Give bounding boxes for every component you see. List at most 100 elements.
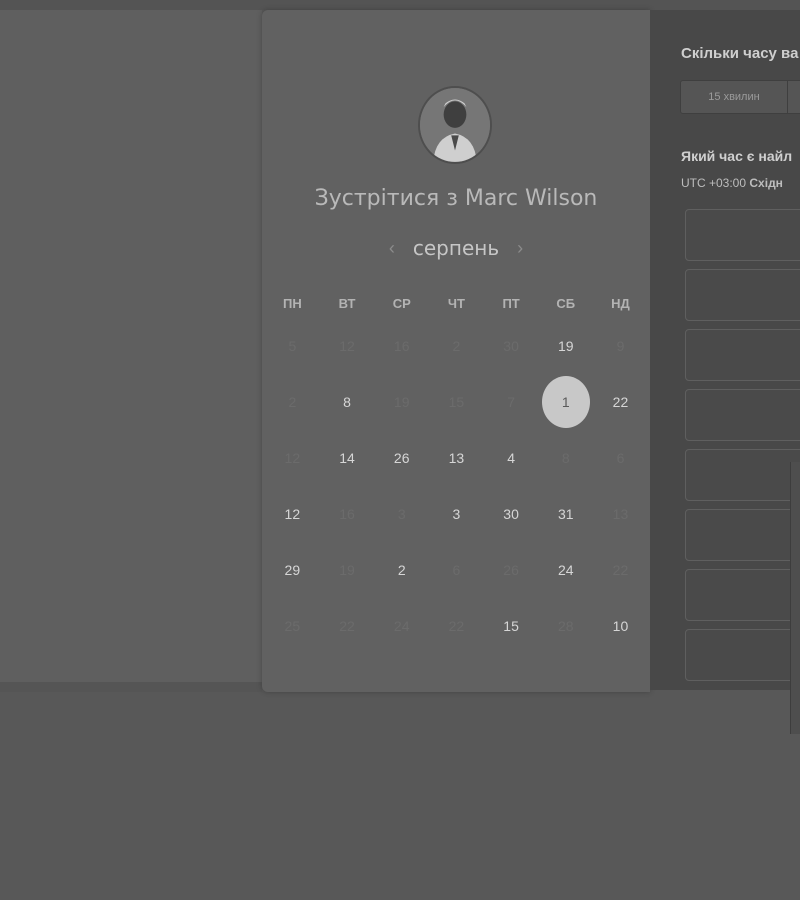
host-avatar — [418, 86, 492, 164]
calendar-day[interactable]: 2 — [374, 542, 429, 598]
duration-option-15[interactable]: 15 хвилин — [681, 81, 788, 113]
calendar-day-selected[interactable]: 1 — [538, 374, 593, 430]
calendar-day[interactable]: 31 — [538, 486, 593, 542]
calendar-day[interactable]: 8 — [320, 374, 375, 430]
time-slot-button[interactable] — [685, 329, 800, 381]
time-slot-button[interactable] — [685, 569, 800, 621]
calendar-day-number: 25 — [284, 618, 301, 634]
calendar-day: 7 — [484, 374, 539, 430]
calendar-day-number: 30 — [503, 338, 519, 354]
calendar-day-number: 3 — [452, 506, 461, 522]
calendar-day[interactable]: 14 — [320, 430, 375, 486]
calendar-day: 22 — [593, 542, 648, 598]
timezone-label[interactable]: UTC +03:00 Східн — [681, 176, 783, 190]
calendar-day-number: 6 — [616, 450, 625, 466]
calendar-day: 6 — [429, 542, 484, 598]
calendar-day[interactable]: 26 — [374, 430, 429, 486]
time-slot-button[interactable] — [685, 389, 800, 441]
calendar-day: 22 — [320, 598, 375, 654]
calendar-day: 22 — [429, 598, 484, 654]
calendar-day: 16 — [374, 318, 429, 374]
calendar-day-number: 7 — [507, 394, 515, 410]
calendar-day-number: 8 — [343, 394, 351, 410]
time-slot-button[interactable] — [685, 449, 800, 501]
calendar-day-number: 22 — [612, 394, 629, 410]
duration-option[interactable] — [788, 81, 800, 113]
calendar-day[interactable]: 19 — [538, 318, 593, 374]
calendar-day[interactable]: 29 — [265, 542, 320, 598]
calendar-day-number: 6 — [452, 562, 461, 578]
calendar-day: 28 — [538, 598, 593, 654]
calendar-day: 19 — [320, 542, 375, 598]
calendar-day: 6 — [593, 430, 648, 486]
overlay-panel-edge — [790, 462, 800, 734]
calendar-day-number: 16 — [393, 338, 410, 354]
time-question: Який час є найл — [681, 148, 793, 164]
calendar-day[interactable]: 15 — [484, 598, 539, 654]
calendar-day-number: 22 — [612, 562, 629, 578]
calendar-day[interactable]: 22 — [593, 374, 648, 430]
calendar-day[interactable]: 3 — [429, 486, 484, 542]
calendar-day-number: 10 — [612, 618, 629, 634]
weekday-header: ВТ — [338, 296, 356, 311]
page-backdrop-left — [0, 10, 262, 682]
calendar-day-number: 12 — [284, 450, 301, 466]
calendar-grid: ПН ВТ СР ЧТ ПТ СБ НД 5 12 16 2 30 19 9 2 8 19 15 7 1… — [265, 290, 648, 654]
calendar-day[interactable]: 30 — [484, 486, 539, 542]
calendar-day[interactable]: 24 — [538, 542, 593, 598]
calendar-day-number: 19 — [339, 562, 355, 578]
calendar-day[interactable]: 13 — [429, 430, 484, 486]
month-navigation: ‹ серпень › — [262, 234, 650, 262]
calendar-day-number: 15 — [448, 394, 465, 410]
calendar-day-number: 24 — [393, 618, 410, 634]
calendar-day-number: 30 — [503, 506, 519, 522]
chevron-left-icon[interactable]: ‹ — [385, 238, 399, 259]
calendar-day[interactable]: 4 — [484, 430, 539, 486]
calendar-day[interactable]: 10 — [593, 598, 648, 654]
weekday-header: СБ — [556, 296, 576, 311]
calendar-day-number: 5 — [288, 338, 297, 354]
calendar-day: 24 — [374, 598, 429, 654]
time-slot-button[interactable] — [685, 269, 800, 321]
time-slot-button[interactable] — [685, 509, 800, 561]
duration-selector: 15 хвилин — [680, 80, 800, 114]
calendar-day: 12 — [320, 318, 375, 374]
calendar-day-number: 26 — [393, 450, 410, 466]
calendar-day: 26 — [484, 542, 539, 598]
page-backdrop-lower — [0, 682, 800, 900]
month-label: серпень — [412, 236, 500, 260]
calendar-day: 19 — [374, 374, 429, 430]
person-photo-icon — [420, 88, 490, 162]
calendar-day-number: 22 — [448, 618, 465, 634]
calendar-day: 2 — [265, 374, 320, 430]
page-backdrop-top — [0, 0, 800, 10]
calendar-day: 25 — [265, 598, 320, 654]
time-slot-button[interactable] — [685, 209, 800, 261]
calendar-day-number: 22 — [339, 618, 355, 634]
calendar-day-number: 2 — [288, 394, 297, 410]
weekday-header: ПТ — [502, 296, 520, 311]
weekday-header: ЧТ — [447, 296, 465, 311]
calendar-day-number: 2 — [397, 562, 406, 578]
timezone-name: Східн — [749, 176, 783, 190]
calendar-day-number: 26 — [503, 562, 519, 578]
weekday-header: НД — [611, 296, 630, 311]
weekday-header: ПН — [282, 296, 302, 311]
calendar-day-number: 28 — [557, 618, 574, 634]
calendar-day-number: 3 — [397, 506, 406, 522]
calendar-day-number: 14 — [339, 450, 355, 466]
time-slot-button[interactable] — [685, 629, 800, 681]
calendar-day-number: 2 — [452, 338, 461, 354]
calendar-day: 9 — [593, 318, 648, 374]
scheduling-panel: Скільки часу ва 15 хвилин Який час є най… — [650, 10, 800, 690]
calendar-day: 2 — [429, 318, 484, 374]
calendar-day-number: 13 — [612, 506, 629, 522]
calendar-day-number: 19 — [557, 338, 574, 354]
calendar-day-number: 8 — [561, 450, 570, 466]
calendar-day-number: 24 — [557, 562, 574, 578]
calendar-day[interactable]: 12 — [265, 486, 320, 542]
chevron-right-icon[interactable]: › — [513, 238, 527, 259]
calendar-day-number: 4 — [507, 450, 515, 466]
calendar-day-number: 29 — [284, 562, 301, 578]
calendar-day: 30 — [484, 318, 539, 374]
